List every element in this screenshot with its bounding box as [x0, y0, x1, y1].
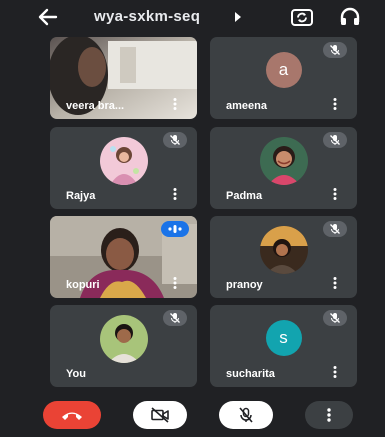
participant-name: pranoy: [226, 279, 263, 291]
muted-badge: [163, 132, 187, 148]
participant-name: kopuri: [66, 279, 100, 291]
participant-tile-rajya[interactable]: Rajya: [50, 127, 197, 209]
mic-off-icon: [330, 135, 340, 145]
participant-tile-ameena[interactable]: a ameena: [210, 37, 357, 119]
caret-right-icon[interactable]: [233, 11, 243, 23]
avatar: [259, 226, 308, 275]
participant-name: veera bra...: [66, 100, 125, 112]
avatar: [99, 315, 148, 364]
avatar-photo: [259, 137, 308, 186]
participant-name: Padma: [226, 190, 263, 202]
meeting-code[interactable]: wya-sxkm-seq: [94, 8, 200, 25]
flip-camera-icon[interactable]: [290, 6, 314, 28]
more-vert-icon[interactable]: [173, 277, 177, 289]
participant-tile-veera[interactable]: veera bra...: [50, 37, 197, 119]
participant-tile-sucharita[interactable]: s sucharita: [210, 305, 357, 387]
muted-badge: [323, 42, 347, 58]
headphones-icon[interactable]: [338, 6, 362, 28]
audio-level-icon: [168, 225, 182, 233]
avatar-photo: [99, 137, 148, 186]
call-end-icon: [62, 412, 82, 420]
muted-badge: [323, 132, 347, 148]
speaking-indicator: [161, 221, 189, 237]
muted-badge: [163, 310, 187, 326]
muted-badge: [323, 310, 347, 326]
avatar-photo: [99, 315, 148, 364]
more-vert-icon[interactable]: [333, 277, 337, 289]
mic-off-icon: [170, 313, 180, 323]
end-call-button[interactable]: [43, 401, 101, 429]
participant-name: Rajya: [66, 190, 96, 202]
more-vert-icon[interactable]: [173, 188, 177, 200]
arrow-left-icon[interactable]: [36, 6, 60, 28]
videocam-off-icon: [151, 407, 169, 423]
meet-call-screen: wya-sxkm-seq veera bra... a ameena Rajya…: [2, 0, 383, 437]
camera-toggle-button[interactable]: [133, 401, 187, 429]
mic-off-icon: [239, 407, 253, 423]
more-vert-icon[interactable]: [333, 188, 337, 200]
mic-off-icon: [330, 224, 340, 234]
more-options-button[interactable]: [305, 401, 353, 429]
mic-off-icon: [330, 313, 340, 323]
participant-tile-you[interactable]: You: [50, 305, 197, 387]
avatar: s: [265, 319, 302, 356]
participant-tile-padma[interactable]: Padma: [210, 127, 357, 209]
more-vert-icon[interactable]: [173, 98, 177, 110]
participant-tile-pranoy[interactable]: pranoy: [210, 216, 357, 298]
avatar: a: [265, 51, 302, 88]
avatar: [259, 137, 308, 186]
more-vert-icon[interactable]: [333, 366, 337, 378]
avatar: [99, 137, 148, 186]
more-vert-icon[interactable]: [333, 98, 337, 110]
avatar-photo: [259, 226, 308, 275]
participant-name: sucharita: [226, 368, 275, 380]
muted-badge: [323, 221, 347, 237]
top-bar: wya-sxkm-seq: [2, 0, 383, 34]
participant-name: ameena: [226, 100, 267, 112]
more-vert-icon: [327, 408, 331, 422]
participant-name: You: [66, 368, 86, 380]
participant-tile-kopuri[interactable]: kopuri: [50, 216, 197, 298]
mic-off-icon: [170, 135, 180, 145]
mic-toggle-button[interactable]: [219, 401, 273, 429]
mic-off-icon: [330, 45, 340, 55]
